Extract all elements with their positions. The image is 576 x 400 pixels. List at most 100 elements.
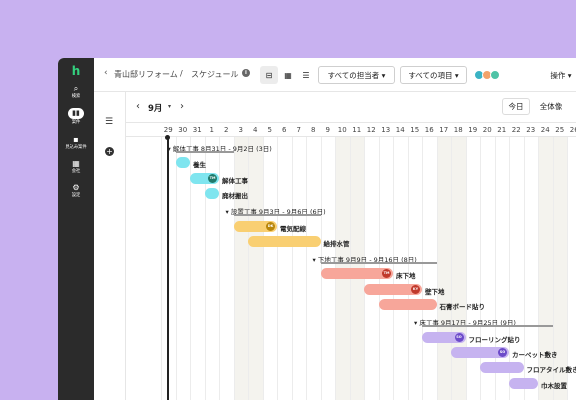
- day-column: [552, 137, 567, 400]
- day-label: 15: [410, 126, 420, 134]
- avatar[interactable]: [490, 70, 500, 80]
- actions-dropdown[interactable]: 操作 ▾: [544, 66, 576, 84]
- group-span: [233, 214, 321, 217]
- group-span: [175, 151, 234, 153]
- assignee-avatar[interactable]: DK: [266, 221, 275, 231]
- day-column: [567, 137, 576, 400]
- task-label: 廃材搬出: [222, 191, 248, 200]
- task-label: 養生: [193, 161, 206, 170]
- task-label: カーペット敷き: [512, 350, 558, 359]
- day-column: [436, 137, 451, 400]
- search-icon: ⌕: [73, 84, 79, 93]
- prev-month-button[interactable]: ‹: [136, 101, 140, 112]
- month-bar: ‹ 9月 ▾ › 今日 全体像: [126, 92, 576, 123]
- task-label: 石膏ボード貼り: [439, 303, 486, 311]
- breadcrumb-project[interactable]: 青山邸リフォーム: [114, 69, 178, 80]
- back-icon[interactable]: ‹: [104, 68, 108, 78]
- day-label: 13: [381, 126, 391, 134]
- group-span: [422, 325, 553, 328]
- task-label: 床下地: [396, 272, 416, 281]
- gantt-chart: ‹ 9月 ▾ › 今日 全体像 29 30 31 1 2 3 4 5 6 7 8 9 10 11 12 13 1…: [126, 92, 576, 400]
- task-bar[interactable]: [378, 299, 437, 310]
- day-label: 18: [453, 126, 463, 134]
- assignee-avatar[interactable]: SO: [454, 332, 464, 342]
- top-bar: ‹ 青山邸リフォーム / スケジュール i ⊟ ▦ ☰ すべての担当者 ▾ すべ…: [94, 58, 576, 92]
- day-column: [262, 137, 278, 400]
- nav-item-search[interactable]: ⌕ 検索: [58, 84, 94, 100]
- nav-label-projects: 案件: [71, 120, 81, 125]
- day-column: [175, 137, 191, 400]
- day-column: [509, 137, 524, 400]
- task-bar[interactable]: [509, 377, 538, 389]
- project-icon: ▮▮: [68, 108, 84, 119]
- task-label: 解体工事: [222, 176, 248, 185]
- nav-rail: h ⌕ 検索 ▮▮ 案件 ▪ 見込み案件 ▦ 会社 ⚙ 設定: [58, 58, 94, 400]
- list-toggle-icon[interactable]: ☰: [105, 117, 113, 127]
- day-column: [407, 137, 423, 400]
- day-column: [538, 137, 553, 400]
- today-button[interactable]: 今日: [502, 98, 530, 115]
- day-label: 22: [511, 126, 521, 134]
- day-label: 12: [366, 126, 376, 134]
- nav-item-projects[interactable]: ▮▮ 案件: [58, 108, 94, 126]
- day-column: [480, 137, 495, 400]
- day-label: 24: [540, 126, 550, 134]
- next-month-button[interactable]: ›: [180, 101, 184, 112]
- day-label: 25: [555, 126, 565, 134]
- month-label[interactable]: 9月: [148, 102, 162, 114]
- day-label: 10: [337, 126, 347, 134]
- task-bar[interactable]: [175, 157, 190, 169]
- assignee-avatar[interactable]: SO: [498, 347, 507, 357]
- assignee-avatar[interactable]: TM: [208, 173, 217, 183]
- breadcrumb-separator: /: [180, 69, 183, 78]
- gantt-tool-column: ☰ +: [94, 92, 126, 400]
- day-label: 30: [178, 126, 188, 134]
- list-view-button[interactable]: ☰: [297, 66, 315, 84]
- task-bar[interactable]: [204, 187, 219, 199]
- days-header: 29 30 31 1 2 3 4 5 6 7 8 9 10 11 12 13 14 15 16 17 18 19 20 21 2…: [126, 123, 576, 137]
- info-icon[interactable]: i: [242, 69, 250, 77]
- day-label: 2: [224, 126, 229, 134]
- task-label: 壁下地: [425, 287, 445, 296]
- day-column: [393, 137, 408, 400]
- day-label: 9: [325, 126, 330, 134]
- prospect-icon: ▪: [73, 135, 79, 144]
- assignee-filter-dropdown[interactable]: すべての担当者 ▾: [318, 66, 395, 84]
- day-label: 21: [497, 126, 507, 134]
- day-label: 20: [482, 126, 492, 134]
- day-column: [248, 137, 263, 400]
- day-label: 19: [468, 126, 478, 134]
- day-label: 3: [238, 126, 243, 134]
- gantt-view-button[interactable]: ⊟: [260, 66, 278, 84]
- nav-label-settings: 設定: [71, 193, 81, 198]
- overview-button[interactable]: 全体像: [534, 98, 568, 115]
- day-label: 16: [424, 126, 434, 134]
- task-label: 電気配線: [280, 224, 306, 233]
- item-filter-dropdown[interactable]: すべての項目 ▾: [400, 66, 467, 84]
- day-column: [465, 137, 481, 400]
- day-label: 11: [352, 126, 362, 134]
- nav-item-companies[interactable]: ▦ 会社: [58, 159, 94, 175]
- task-bar[interactable]: [248, 235, 321, 247]
- day-column: [451, 137, 466, 400]
- task-label: フロアタイル敷き: [526, 366, 576, 375]
- add-icon[interactable]: +: [105, 147, 114, 156]
- calendar-view-button[interactable]: ▦: [279, 66, 297, 84]
- task-bar[interactable]: [480, 362, 524, 374]
- day-label: 14: [395, 126, 405, 134]
- nav-item-settings[interactable]: ⚙ 設定: [58, 183, 94, 199]
- day-label: 4: [253, 126, 258, 134]
- gear-icon: ⚙: [72, 183, 80, 192]
- day-column: [291, 137, 307, 400]
- nav-label-companies: 会社: [71, 169, 81, 174]
- group-span: [320, 262, 437, 265]
- logo[interactable]: h: [69, 64, 83, 78]
- day-label: 17: [439, 126, 449, 134]
- chevron-down-icon[interactable]: ▾: [168, 103, 171, 110]
- day-label: 31: [192, 126, 202, 134]
- day-label: 1: [209, 126, 214, 134]
- nav-item-prospects[interactable]: ▪ 見込み案件: [58, 135, 94, 151]
- assignee-avatar[interactable]: KY: [411, 284, 420, 294]
- day-column: [306, 137, 321, 400]
- building-icon: ▦: [72, 159, 80, 168]
